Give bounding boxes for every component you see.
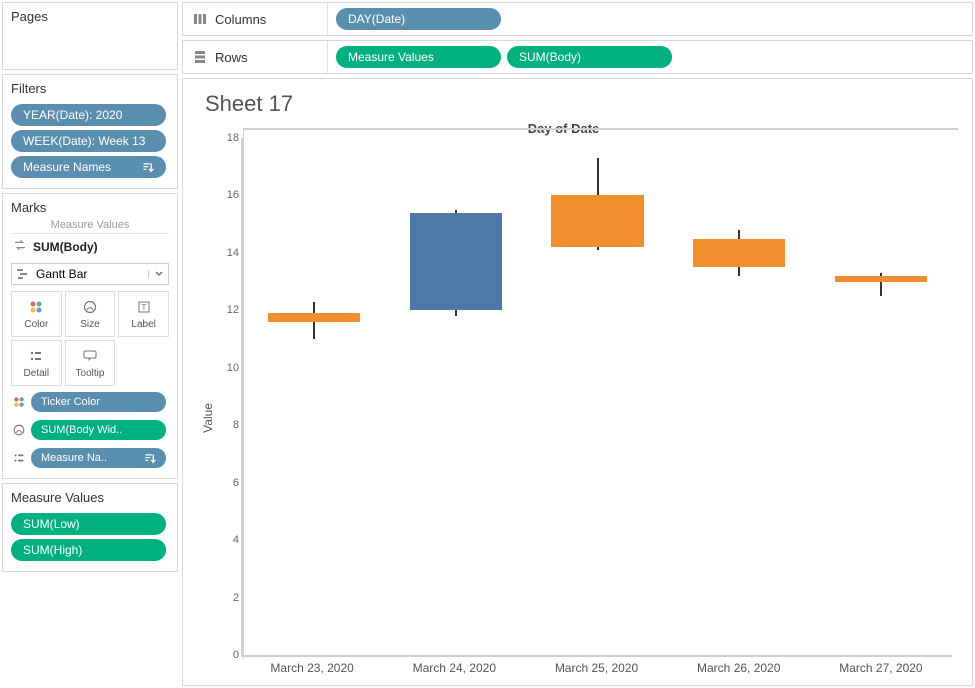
sort-icon (139, 453, 156, 464)
y-tick: 14 (217, 247, 239, 259)
swap-icon (13, 238, 27, 255)
columns-label: Columns (215, 12, 266, 27)
pages-title: Pages (11, 9, 169, 24)
mv-sum-high[interactable]: SUM(High) (11, 539, 166, 561)
y-tick: 12 (217, 304, 239, 316)
y-tick: 10 (217, 362, 239, 374)
columns-pill-day-date[interactable]: DAY(Date) (336, 8, 501, 30)
rows-shelf[interactable]: Rows Measure Values SUM(Body) (182, 40, 973, 74)
encoding-measure-names[interactable]: Measure Na.. (31, 448, 166, 468)
y-tick: 16 (217, 189, 239, 201)
encoding-ticker-color[interactable]: Ticker Color (31, 392, 166, 412)
filter-pill-measure-names[interactable]: Measure Names (11, 156, 166, 178)
sheet-title[interactable]: Sheet 17 (205, 91, 952, 117)
marks-active-card[interactable]: SUM(Body) (11, 233, 169, 259)
y-tick: 0 (217, 649, 239, 661)
size-icon (11, 423, 27, 437)
chart-bar[interactable] (268, 313, 360, 322)
rows-icon (193, 50, 207, 64)
y-tick: 6 (217, 477, 239, 489)
marks-sub[interactable]: Measure Values (11, 219, 169, 231)
chart-bar[interactable] (551, 195, 643, 247)
y-tick: 18 (217, 132, 239, 144)
measure-values-title: Measure Values (11, 490, 169, 505)
x-tick: March 26, 2020 (668, 661, 810, 675)
marks-size-cell[interactable]: Size (65, 291, 116, 337)
y-tick: 8 (217, 419, 239, 431)
measure-values-panel: Measure Values SUM(Low) SUM(High) (2, 483, 178, 572)
filter-pill-year[interactable]: YEAR(Date): 2020 (11, 104, 166, 126)
svg-text:T: T (141, 303, 146, 312)
filter-pill-week[interactable]: WEEK(Date): Week 13 (11, 130, 166, 152)
color-icon (11, 395, 27, 409)
chart-axes[interactable]: 024681012141618 (241, 138, 952, 657)
x-tick: March 24, 2020 (383, 661, 525, 675)
encoding-body-width[interactable]: SUM(Body Wid.. (31, 420, 166, 440)
chart-bar[interactable] (693, 239, 785, 268)
sort-icon (137, 162, 154, 173)
columns-shelf[interactable]: Columns DAY(Date) (182, 2, 973, 36)
marks-color-cell[interactable]: Color (11, 291, 62, 337)
x-tick: March 25, 2020 (525, 661, 667, 675)
rows-pill-measure-values[interactable]: Measure Values (336, 46, 501, 68)
x-tick: March 27, 2020 (810, 661, 952, 675)
filters-panel: Filters YEAR(Date): 2020 WEEK(Date): Wee… (2, 74, 178, 189)
rows-label: Rows (215, 50, 248, 65)
viz-area: Sheet 17 Value Day of Date 0246810121416… (182, 78, 973, 686)
mark-type-select[interactable]: Gantt Bar (11, 263, 169, 285)
marks-label-cell[interactable]: T Label (118, 291, 169, 337)
chevron-down-icon (148, 270, 168, 278)
y-tick: 4 (217, 534, 239, 546)
mv-sum-low[interactable]: SUM(Low) (11, 513, 166, 535)
rows-pill-sum-body[interactable]: SUM(Body) (507, 46, 672, 68)
y-tick: 2 (217, 592, 239, 604)
marks-title: Marks (11, 200, 169, 215)
chart-bar[interactable] (835, 276, 927, 282)
gantt-icon (12, 267, 34, 281)
chart-bar[interactable] (410, 213, 502, 311)
marks-panel: Marks Measure Values SUM(Body) Gantt Bar… (2, 193, 178, 479)
pages-panel: Pages (2, 2, 178, 70)
y-axis-label: Value (199, 363, 215, 433)
marks-detail-cell[interactable]: Detail (11, 340, 62, 386)
columns-icon (193, 12, 207, 26)
x-tick: March 23, 2020 (241, 661, 383, 675)
detail-icon (11, 451, 27, 465)
filters-title: Filters (11, 81, 169, 96)
marks-tooltip-cell[interactable]: Tooltip (65, 340, 116, 386)
